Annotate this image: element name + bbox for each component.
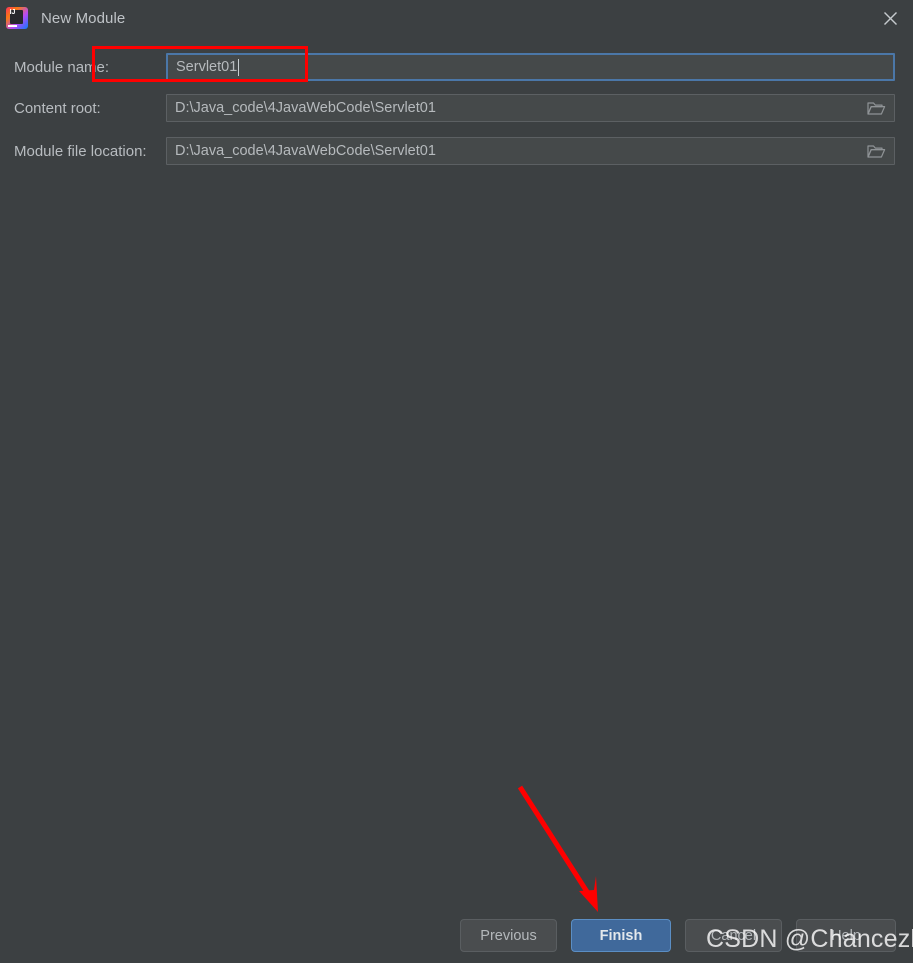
text-caret	[238, 58, 240, 76]
cancel-button[interactable]: Cancel	[685, 919, 782, 952]
module-name-value: Servlet01	[176, 58, 240, 76]
window-titlebar: IJ New Module	[0, 0, 913, 36]
module-file-location-label: Module file location:	[14, 142, 147, 160]
intellij-idea-icon: IJ	[6, 7, 28, 29]
window-title: New Module	[41, 9, 126, 27]
folder-icon[interactable]	[864, 138, 888, 164]
content-root-label: Content root:	[14, 99, 101, 117]
folder-icon[interactable]	[864, 95, 888, 121]
module-name-label: Module name:	[14, 58, 110, 76]
dialog-button-bar: Previous Finish Cancel Help	[0, 919, 913, 953]
form-row-content-root: Content root: D:\Java_code\4JavaWebCode\…	[0, 94, 913, 122]
module-file-location-value: D:\Java_code\4JavaWebCode\Servlet01	[175, 143, 436, 159]
module-file-location-input[interactable]: D:\Java_code\4JavaWebCode\Servlet01	[166, 137, 895, 165]
content-root-value: D:\Java_code\4JavaWebCode\Servlet01	[175, 100, 436, 116]
finish-button[interactable]: Finish	[571, 919, 671, 952]
close-icon[interactable]	[867, 0, 913, 36]
form-row-module-name: Module name: Servlet01	[0, 53, 913, 81]
annotation-arrow-to-finish	[495, 770, 625, 925]
module-name-input[interactable]: Servlet01	[166, 53, 895, 81]
previous-button[interactable]: Previous	[460, 919, 557, 952]
help-button[interactable]: Help	[796, 919, 896, 952]
content-root-input[interactable]: D:\Java_code\4JavaWebCode\Servlet01	[166, 94, 895, 122]
form-row-module-file-location: Module file location: D:\Java_code\4Java…	[0, 137, 913, 165]
